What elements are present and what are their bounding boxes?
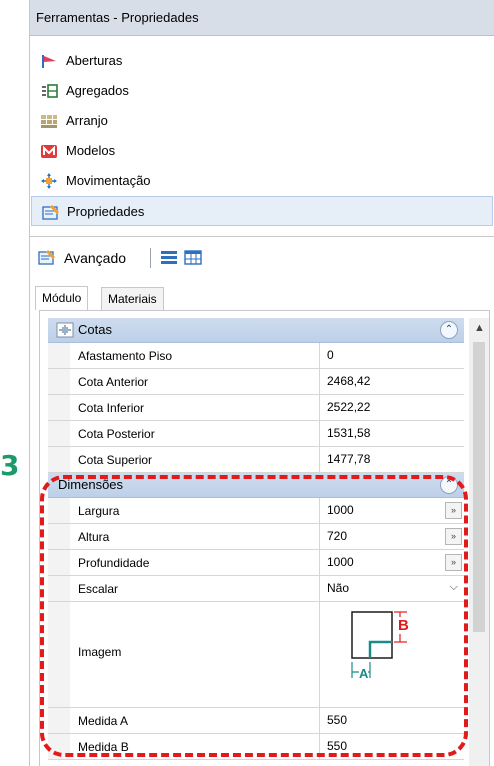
scrollbar-thumb[interactable] (473, 342, 485, 632)
menu-item-propriedades[interactable]: Propriedades (31, 196, 493, 226)
menu-item-label: Aberturas (66, 53, 123, 68)
window-title: Ferramentas - Propriedades (36, 10, 199, 25)
menu-item-label: Arranjo (66, 113, 108, 128)
property-name: Medida A (70, 708, 320, 733)
property-name: Medida B (70, 734, 320, 759)
tab-modulo[interactable]: Módulo (35, 286, 89, 310)
window-titlebar: Ferramentas - Propriedades (30, 0, 494, 36)
dimension-label-b: B (398, 617, 409, 634)
scroll-up-icon[interactable]: ▲ (474, 322, 485, 334)
property-value[interactable]: 0 (320, 343, 464, 368)
menu-item-label: Propriedades (67, 204, 145, 219)
category-label: Cotas (78, 322, 112, 337)
toolbar-separator (150, 248, 151, 268)
expand-button[interactable]: » (445, 528, 462, 545)
menu-item-label: Movimentação (66, 173, 151, 188)
property-name: Cota Anterior (70, 369, 320, 394)
category-label: Dimensões (58, 477, 124, 492)
row-gutter (48, 524, 70, 549)
row-gutter (48, 708, 70, 733)
property-value[interactable]: 550 (320, 734, 464, 759)
property-name: Escalar (70, 576, 320, 601)
menu-item-arranjo[interactable]: Arranjo (30, 106, 494, 136)
categorized-view-icon[interactable] (160, 249, 178, 265)
escalar-dropdown[interactable]: Não (320, 576, 464, 601)
property-row-image[interactable]: Imagem B A (48, 602, 464, 708)
annotation-number: 3 (0, 449, 20, 482)
tab-materiais[interactable]: Materiais (101, 287, 164, 310)
property-row[interactable]: Medida A 550 (48, 708, 464, 734)
vertical-scrollbar[interactable]: ▲ (469, 318, 489, 766)
properties-icon[interactable] (38, 249, 56, 265)
expand-button[interactable]: » (445, 502, 462, 519)
openings-icon (42, 55, 56, 68)
row-gutter (48, 602, 70, 707)
property-value[interactable]: 550 (320, 708, 464, 733)
property-row[interactable]: Cota Anterior 2468,42 (48, 369, 464, 395)
row-gutter (48, 421, 70, 446)
row-gutter (48, 550, 70, 575)
move-icon (41, 173, 57, 189)
property-row[interactable]: Altura 720» (48, 524, 464, 550)
table-view-icon[interactable] (184, 249, 202, 265)
menu-item-label: Agregados (66, 83, 129, 98)
property-name: Imagem (70, 602, 320, 707)
property-row[interactable]: Escalar Não ⌵ (48, 576, 464, 602)
property-name: Largura (70, 498, 320, 523)
property-name: Cota Posterior (70, 421, 320, 446)
property-row[interactable]: Medida B 550 (48, 734, 464, 760)
tools-menu: Aberturas Agregados Arranjo Modelos Movi… (30, 46, 494, 226)
collapse-icon[interactable]: ⌃ (440, 476, 458, 494)
menu-item-agregados[interactable]: Agregados (30, 76, 494, 106)
dimension-label-a: A (359, 666, 369, 681)
property-value[interactable]: 1477,78 (320, 447, 464, 472)
property-value[interactable]: 1531,58 (320, 421, 464, 446)
row-gutter (48, 498, 70, 523)
menu-item-movimentacao[interactable]: Movimentação (30, 166, 494, 196)
properties-subpanel: Avançado Módulo Materiais Cotas ⌃ Afasta… (30, 236, 494, 766)
property-name: Altura (70, 524, 320, 549)
category-cotas[interactable]: Cotas ⌃ (48, 318, 464, 343)
properties-panel: Ferramentas - Propriedades Aberturas Agr… (29, 0, 494, 766)
chevron-down-icon[interactable]: ⌵ (450, 581, 458, 594)
property-row[interactable]: Afastamento Piso 0 (48, 343, 464, 369)
property-name: Profundidade (70, 550, 320, 575)
property-name: Cota Inferior (70, 395, 320, 420)
expand-button[interactable]: » (445, 554, 462, 571)
property-grid-body: Cotas ⌃ Afastamento Piso 0 Cota Anterior 2… (48, 318, 464, 760)
aggregates-icon (42, 84, 58, 98)
menu-item-label: Modelos (66, 143, 116, 158)
category-dimensoes[interactable]: Dimensões ⌃ (48, 473, 464, 498)
row-gutter (48, 395, 70, 420)
property-row[interactable]: Cota Inferior 2522,22 (48, 395, 464, 421)
arrangement-icon (41, 115, 57, 128)
property-value[interactable]: 2522,22 (320, 395, 464, 420)
row-gutter (48, 447, 70, 472)
row-gutter (48, 734, 70, 759)
property-value-image: B A (320, 602, 464, 707)
property-row[interactable]: Profundidade 1000» (48, 550, 464, 576)
advanced-label[interactable]: Avançado (64, 250, 126, 266)
property-name: Cota Superior (70, 447, 320, 472)
menu-item-aberturas[interactable]: Aberturas (30, 46, 494, 76)
property-value[interactable]: 2468,42 (320, 369, 464, 394)
row-gutter (48, 576, 70, 601)
property-name: Afastamento Piso (70, 343, 320, 368)
collapse-icon[interactable]: ⌃ (440, 321, 458, 339)
property-value[interactable]: 1000 (320, 498, 464, 523)
row-gutter (48, 343, 70, 368)
property-row[interactable]: Largura 1000» (48, 498, 464, 524)
property-value[interactable]: 1000 (320, 550, 464, 575)
models-icon (41, 145, 57, 158)
menu-item-modelos[interactable]: Modelos (30, 136, 494, 166)
property-value[interactable]: 720 (320, 524, 464, 549)
properties-icon (42, 205, 59, 220)
row-gutter (48, 369, 70, 394)
dimensions-icon (56, 322, 74, 338)
property-row[interactable]: Cota Superior 1477,78 (48, 447, 464, 473)
property-grid: Cotas ⌃ Afastamento Piso 0 Cota Anterior 2… (39, 310, 490, 766)
property-row[interactable]: Cota Posterior 1531,58 (48, 421, 464, 447)
